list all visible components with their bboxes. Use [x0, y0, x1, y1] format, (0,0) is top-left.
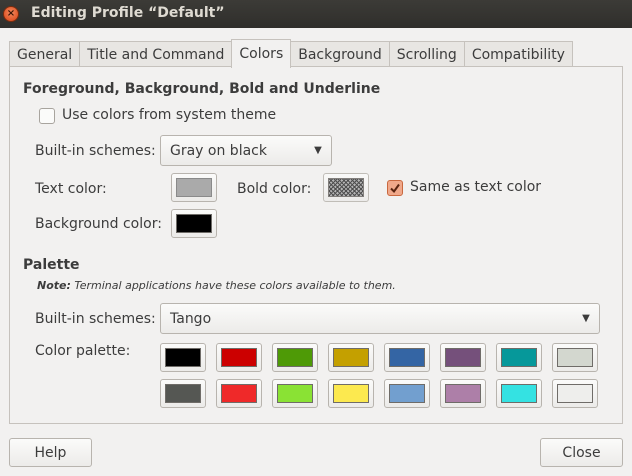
chevron-down-icon: ▼ [314, 145, 322, 156]
palette-color-swatch [277, 348, 313, 367]
use-system-colors-checkbox[interactable] [39, 108, 55, 124]
palette-note-text: Terminal applications have these colors … [70, 279, 396, 292]
palette-color-swatch [333, 384, 369, 403]
close-window-icon[interactable]: × [3, 6, 19, 22]
palette-color-button[interactable] [272, 343, 318, 372]
palette-color-button[interactable] [496, 379, 542, 408]
same-as-text-label: Same as text color [410, 179, 542, 195]
palette-schemes-combo[interactable]: Tango ▼ [160, 303, 600, 334]
fg-schemes-label: Built-in schemes: [35, 143, 156, 159]
palette-note: Note: Terminal applications have these c… [37, 279, 396, 292]
text-color-label: Text color: [35, 181, 107, 197]
use-system-colors-label: Use colors from system theme [62, 107, 277, 123]
palette-color-button[interactable] [496, 343, 542, 372]
palette-color-button[interactable] [328, 379, 374, 408]
palette-section-title: Palette [23, 257, 80, 273]
palette-color-swatch [501, 348, 537, 367]
text-color-swatch [176, 178, 212, 197]
chevron-down-icon: ▼ [582, 313, 590, 324]
palette-color-swatch [445, 384, 481, 403]
palette-color-button[interactable] [440, 343, 486, 372]
palette-color-swatch [165, 348, 201, 367]
bg-color-label: Background color: [35, 216, 162, 232]
palette-color-button[interactable] [272, 379, 318, 408]
bg-color-button[interactable] [171, 209, 217, 238]
bold-color-label: Bold color: [237, 181, 312, 197]
fg-section-title: Foreground, Background, Bold and Underli… [23, 81, 381, 97]
palette-color-swatch [501, 384, 537, 403]
help-button[interactable]: Help [9, 438, 92, 467]
palette-color-button[interactable] [160, 343, 206, 372]
colors-panel: Foreground, Background, Bold and Underli… [9, 66, 623, 424]
palette-color-swatch [221, 384, 257, 403]
palette-color-swatch [333, 348, 369, 367]
checkmark-icon [390, 183, 400, 194]
palette-color-button[interactable] [216, 343, 262, 372]
palette-color-swatch [389, 384, 425, 403]
palette-schemes-label: Built-in schemes: [35, 311, 156, 327]
palette-color-swatch [221, 348, 257, 367]
palette-color-button[interactable] [160, 379, 206, 408]
same-as-text-checkbox[interactable] [387, 180, 403, 196]
palette-color-swatch [557, 348, 593, 367]
palette-schemes-value: Tango [170, 310, 212, 327]
fg-schemes-value: Gray on black [170, 142, 267, 159]
tab-background[interactable]: Background [290, 41, 390, 67]
palette-color-button[interactable] [384, 379, 430, 408]
palette-color-swatch [557, 384, 593, 403]
palette-color-swatch [277, 384, 313, 403]
palette-color-swatch [445, 348, 481, 367]
palette-color-button[interactable] [328, 343, 374, 372]
tab-colors[interactable]: Colors [231, 39, 292, 68]
tab-title-and-command[interactable]: Title and Command [79, 41, 233, 67]
tab-scrolling[interactable]: Scrolling [388, 41, 465, 67]
palette-note-bold: Note: [37, 279, 71, 292]
window-titlebar: × Editing Profile “Default” [0, 0, 632, 28]
tab-bar: General Title and Command Colors Backgro… [9, 39, 573, 68]
fg-schemes-combo[interactable]: Gray on black ▼ [160, 135, 332, 166]
window-title: Editing Profile “Default” [31, 5, 225, 21]
bold-color-swatch [328, 178, 364, 197]
palette-color-button[interactable] [552, 343, 598, 372]
bg-color-swatch [176, 214, 212, 233]
text-color-button[interactable] [171, 173, 217, 202]
palette-color-button[interactable] [552, 379, 598, 408]
palette-color-swatch [165, 384, 201, 403]
palette-color-button[interactable] [216, 379, 262, 408]
close-button[interactable]: Close [540, 438, 623, 467]
tab-general[interactable]: General [9, 41, 81, 67]
color-palette-label: Color palette: [35, 343, 131, 359]
bold-color-button[interactable] [323, 173, 369, 202]
color-palette-grid [160, 343, 599, 408]
palette-color-button[interactable] [440, 379, 486, 408]
palette-color-swatch [389, 348, 425, 367]
palette-color-button[interactable] [384, 343, 430, 372]
tab-compatibility[interactable]: Compatibility [463, 41, 573, 67]
